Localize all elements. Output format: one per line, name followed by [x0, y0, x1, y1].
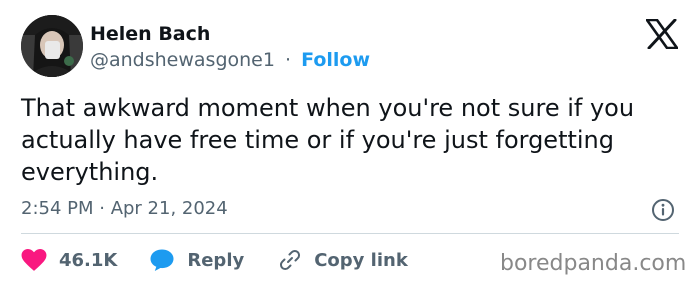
reply-label: Reply	[187, 249, 245, 271]
author-handle-row: @andshewasgone1 · Follow	[90, 48, 370, 72]
info-icon[interactable]	[651, 198, 675, 222]
link-icon	[280, 249, 301, 271]
tweet-timestamp[interactable]: 2:54 PM · Apr 21, 2024	[21, 197, 228, 221]
separator-dot: ·	[285, 49, 292, 71]
reply-bubble-icon	[150, 249, 174, 271]
author-handle[interactable]: @andshewasgone1	[90, 49, 275, 71]
likes-count: 46.1K	[59, 249, 118, 271]
x-logo-icon[interactable]	[645, 18, 679, 50]
reply-button[interactable]: Reply	[149, 248, 244, 272]
author-name[interactable]: Helen Bach	[90, 22, 210, 46]
heart-icon	[21, 248, 47, 271]
copy-link-label: Copy link	[314, 249, 408, 271]
divider	[21, 233, 679, 234]
avatar[interactable]	[21, 15, 83, 77]
watermark: boredpanda.com	[500, 251, 687, 276]
copy-link-button[interactable]: Copy link	[278, 248, 408, 272]
action-bar: 46.1K Reply Copy link	[21, 246, 408, 274]
tweet-text: That awkward moment when you're not sure…	[21, 94, 635, 186]
like-button[interactable]: 46.1K	[21, 248, 117, 272]
follow-button[interactable]: Follow	[301, 49, 370, 71]
